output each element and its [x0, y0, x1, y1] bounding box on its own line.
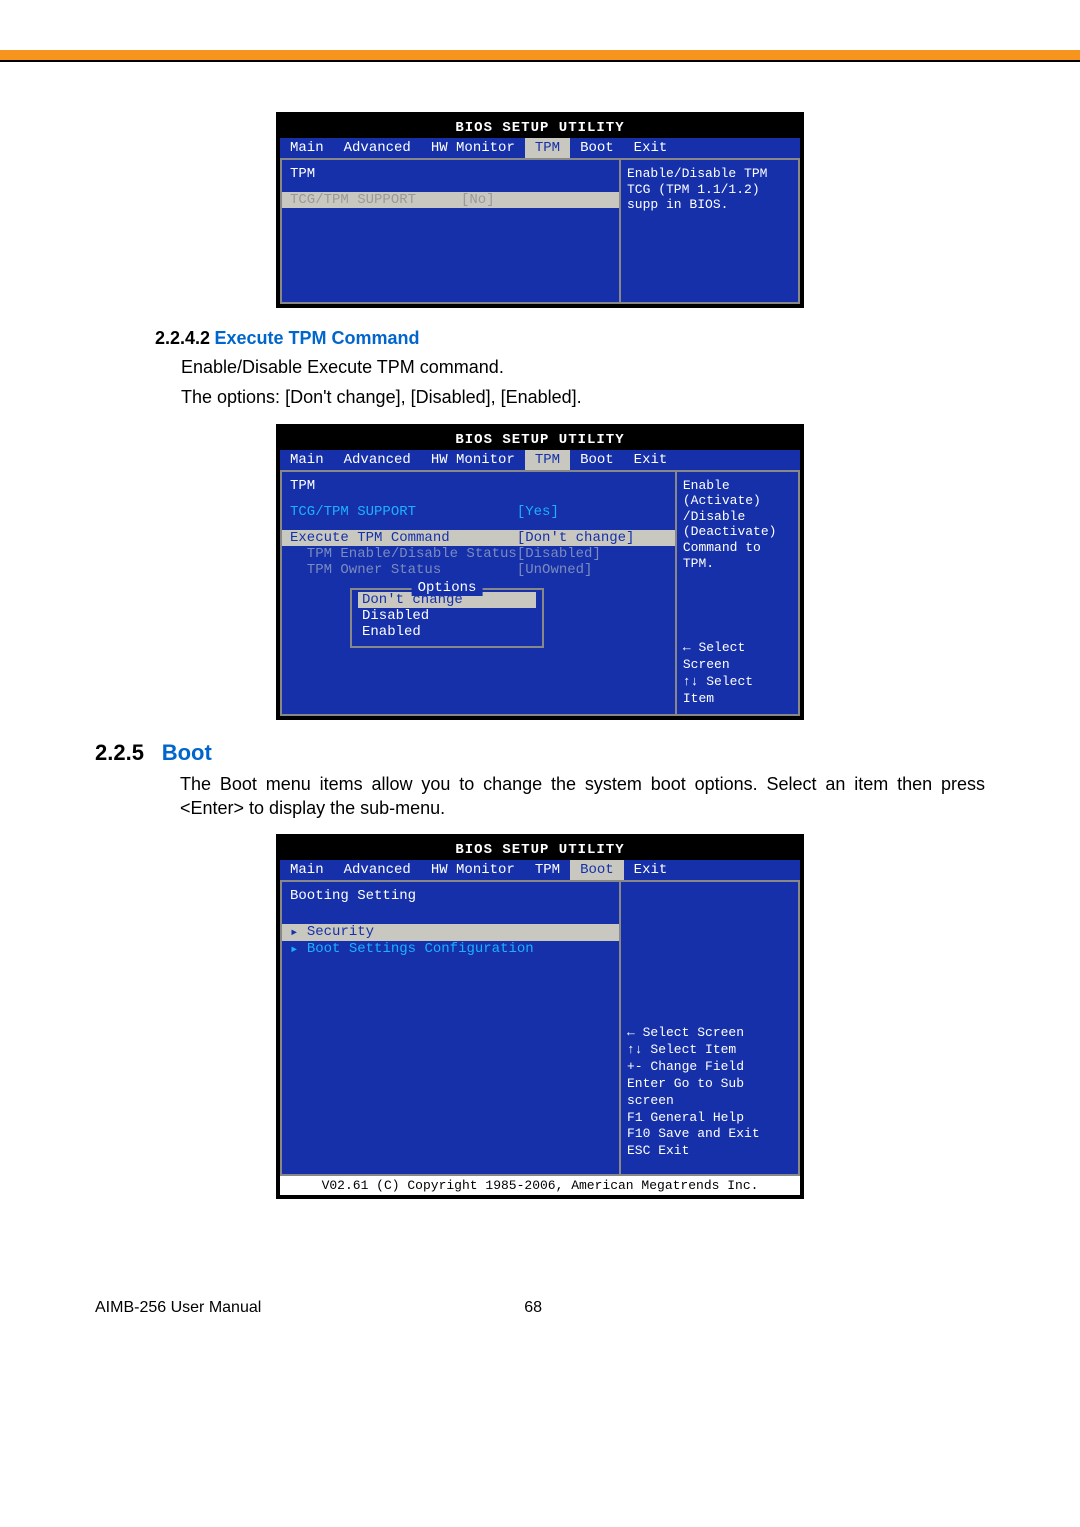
options-popup: Options Don't change Disabled Enabled: [350, 588, 544, 648]
nav-enter-sub: Enter Go to Sub screen: [627, 1076, 792, 1110]
tcg-tpm-support-label: TCG/TPM SUPPORT: [290, 192, 461, 208]
section-num-225: 2.2.5: [95, 740, 144, 765]
menu-advanced: Advanced: [334, 450, 421, 470]
bios-menu-bar: Main Advanced HW Monitor TPM Boot Exit: [280, 450, 800, 470]
menu-main: Main: [280, 138, 334, 158]
page-content: BIOS SETUP UTILITY Main Advanced HW Moni…: [0, 62, 1080, 1249]
menu-advanced: Advanced: [334, 860, 421, 880]
panel-header: TPM: [290, 166, 611, 182]
menu-tpm: TPM: [525, 450, 570, 470]
bios-menu-bar: Main Advanced HW Monitor TPM Boot Exit: [280, 860, 800, 880]
exec-tpm-p1: Enable/Disable Execute TPM command.: [181, 355, 985, 379]
tpm-enable-status-value: [Disabled]: [517, 546, 667, 562]
footer-page-number: 68: [524, 1299, 542, 1317]
bios-copyright: V02.61 (C) Copyright 1985-2006, American…: [280, 1176, 800, 1195]
options-title: Options: [412, 580, 483, 596]
nav-select-item: ↑↓ Select Item: [627, 1042, 792, 1059]
nav-select-screen: ← Select Screen: [683, 640, 792, 674]
exec-tpm-p2: The options: [Don't change], [Disabled],…: [181, 385, 985, 409]
bios-title: BIOS SETUP UTILITY: [280, 430, 800, 450]
menu-boot: Boot: [570, 860, 624, 880]
menu-advanced: Advanced: [334, 138, 421, 158]
boot-security: Security: [307, 924, 611, 941]
boot-p1: The Boot menu items allow you to change …: [180, 772, 985, 821]
tpm-enable-status-label: TPM Enable/Disable Status: [290, 546, 517, 562]
boot-settings-config: Boot Settings Configuration: [307, 941, 611, 958]
menu-main: Main: [280, 450, 334, 470]
nav-esc-exit: ESC Exit: [627, 1143, 792, 1160]
menu-exit: Exit: [624, 450, 678, 470]
nav-f10-save: F10 Save and Exit: [627, 1126, 792, 1143]
panel-header: Booting Setting: [290, 888, 611, 904]
bios-title: BIOS SETUP UTILITY: [280, 118, 800, 138]
opt-enabled: Enabled: [362, 624, 532, 640]
tpm-owner-status-value: [UnOwned]: [517, 562, 667, 578]
menu-hwmonitor: HW Monitor: [421, 860, 525, 880]
bios-title: BIOS SETUP UTILITY: [280, 840, 800, 860]
nav-select-item: ↑↓ Select Item: [683, 674, 792, 708]
menu-hwmonitor: HW Monitor: [421, 138, 525, 158]
help-text: Enable (Activate) /Disable (Deactivate) …: [683, 478, 792, 572]
menu-tpm: TPM: [525, 138, 570, 158]
nav-select-screen: ← Select Screen: [627, 1025, 792, 1042]
section-num-2242: 2.2.4.2: [155, 328, 210, 348]
tcg-tpm-support-value: [No]: [461, 192, 611, 208]
nav-f1-help: F1 General Help: [627, 1110, 792, 1127]
exec-tpm-cmd-value: [Don't change]: [517, 530, 667, 546]
menu-boot: Boot: [570, 138, 624, 158]
nav-change-field: +- Change Field: [627, 1059, 792, 1076]
menu-hwmonitor: HW Monitor: [421, 450, 525, 470]
menu-boot: Boot: [570, 450, 624, 470]
exec-tpm-cmd-label: Execute TPM Command: [290, 530, 517, 546]
panel-header: TPM: [290, 478, 667, 494]
menu-main: Main: [280, 860, 334, 880]
bios-screenshot-tpm-no: BIOS SETUP UTILITY Main Advanced HW Moni…: [276, 112, 804, 308]
bios-screenshot-boot: BIOS SETUP UTILITY Main Advanced HW Moni…: [276, 834, 804, 1199]
menu-tpm: TPM: [525, 860, 570, 880]
help-text: Enable/Disable TPM TCG (TPM 1.1/1.2) sup…: [627, 166, 792, 213]
tpm-owner-status-label: TPM Owner Status: [290, 562, 517, 578]
menu-exit: Exit: [624, 138, 678, 158]
section-title-225: Boot: [162, 740, 212, 765]
footer-manual-name: AIMB-256 User Manual: [95, 1299, 261, 1317]
bios-screenshot-tpm-exec: BIOS SETUP UTILITY Main Advanced HW Moni…: [276, 424, 804, 720]
tcg-tpm-support-value: [Yes]: [517, 504, 667, 520]
bios-menu-bar: Main Advanced HW Monitor TPM Boot Exit: [280, 138, 800, 158]
menu-exit: Exit: [624, 860, 678, 880]
tcg-tpm-support-label: TCG/TPM SUPPORT: [290, 504, 517, 520]
section-title-2242: Execute TPM Command: [215, 328, 420, 348]
opt-disabled: Disabled: [362, 608, 532, 624]
top-accent-bar: [0, 50, 1080, 62]
page-footer: AIMB-256 User Manual 68: [0, 1299, 1080, 1347]
